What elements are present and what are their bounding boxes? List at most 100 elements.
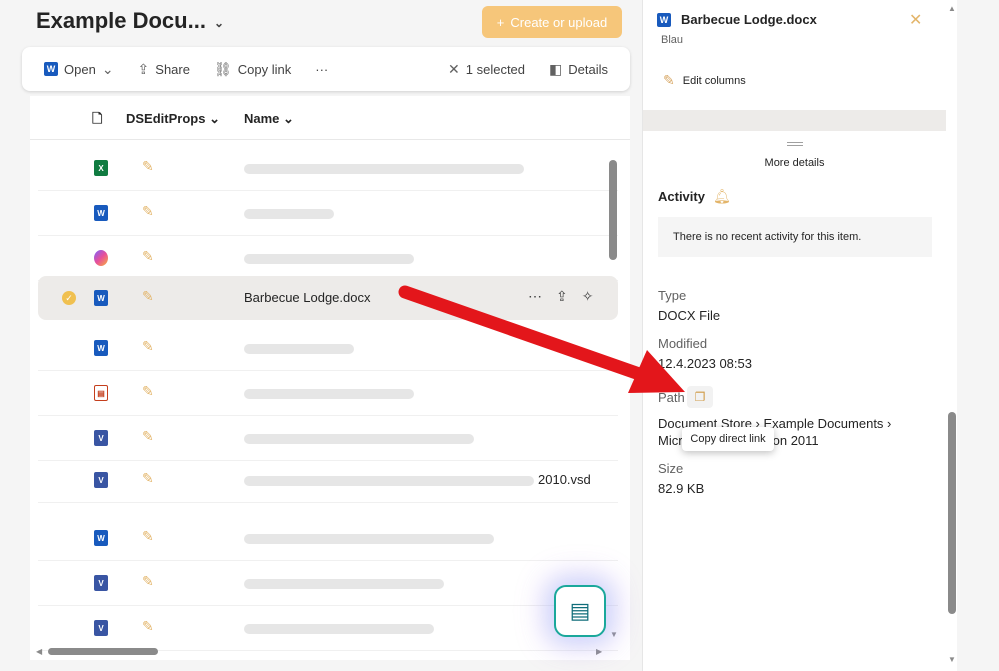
list-item[interactable]: ▤ ✎ (38, 371, 618, 416)
command-bar: W Open ⌄ ⇪ Share ⛓ Copy link ··· ✕ 1 sel… (22, 47, 630, 91)
scroll-down-icon[interactable]: ▼ (948, 655, 956, 664)
create-label: Create or upload (510, 14, 608, 30)
pencil-icon[interactable]: ✎ (142, 288, 154, 305)
list-item[interactable]: X ✎ (38, 146, 618, 191)
pencil-icon[interactable]: ✎ (142, 158, 154, 175)
library-title[interactable]: Example Docu... ⌄ (36, 8, 224, 34)
visio-file-icon: V (94, 575, 108, 591)
pencil-icon[interactable]: ✎ (142, 203, 154, 220)
scroll-up-icon[interactable]: ▲ (948, 4, 956, 13)
row-actions: ⋯ ⇪ ✧ (528, 288, 593, 305)
pencil-icon[interactable]: ✎ (142, 428, 154, 445)
create-or-upload-button[interactable]: + Create or upload (482, 6, 622, 38)
chevron-down-icon[interactable]: ⌄ (214, 16, 224, 30)
pencil-icon[interactable]: ✎ (142, 383, 154, 400)
size-label: Size (658, 461, 684, 476)
share-button[interactable]: ⇪ Share (126, 54, 202, 84)
word-file-icon: W (94, 530, 108, 546)
type-label: Type (658, 288, 687, 303)
redacted-filename (244, 209, 334, 219)
list-header: 🗋 DSEditProps ⌄ Name ⌄ (30, 96, 630, 140)
details-panel: W Barbecue Lodge.docx ✕ Blau ✎ Edit colu… (642, 0, 957, 671)
check-icon[interactable]: ✓ (62, 291, 76, 305)
redacted-filename (244, 389, 414, 399)
list-item[interactable]: V ✎ (38, 416, 618, 461)
type-value: DOCX File (658, 308, 721, 323)
selected-count: 1 selected (465, 61, 526, 77)
bell-icon[interactable]: 🔔︎ (713, 188, 731, 205)
redacted-filename (244, 344, 354, 354)
redacted-filename (244, 476, 534, 486)
excel-file-icon: X (94, 160, 108, 176)
list-item[interactable]: W ✎ (38, 326, 618, 371)
redacted-filename (244, 579, 444, 589)
redacted-filename (244, 624, 434, 634)
list-item[interactable]: W ✎ (38, 516, 618, 561)
file-name[interactable]: Barbecue Lodge.docx (244, 290, 370, 305)
details-pane-icon: ◧ (549, 60, 563, 77)
clear-selection-button[interactable]: ✕ 1 selected (436, 54, 537, 84)
list-item[interactable]: V ✎ (38, 606, 618, 651)
chevron-down-icon: ⌄ (283, 111, 294, 126)
close-icon[interactable]: ✕ (909, 10, 922, 30)
pencil-icon: ✎ (663, 72, 675, 88)
list-item[interactable]: V ✎ 2010.vsd (38, 458, 618, 503)
open-label: Open (64, 61, 96, 77)
drag-handle-icon[interactable] (787, 142, 803, 146)
details-button[interactable]: ◧ Details (537, 54, 620, 84)
activity-empty-message: There is no recent activity for this ite… (658, 217, 932, 257)
edit-columns-button[interactable]: ✎ Edit columns (663, 72, 746, 89)
library-title-text: Example Docu... (36, 8, 206, 33)
visio-file-icon: V (94, 620, 108, 636)
plus-icon: + (496, 14, 505, 30)
pencil-icon[interactable]: ✎ (142, 470, 154, 487)
modified-label: Modified (658, 336, 708, 351)
scroll-left-icon[interactable]: ◀ (36, 647, 42, 656)
panel-vertical-scrollbar[interactable] (948, 412, 956, 614)
copilot-button[interactable]: ▤ (554, 585, 606, 637)
list-item[interactable]: ✎ (38, 236, 618, 281)
modified-value: 12.4.2023 08:53 (658, 356, 752, 371)
more-label: ··· (315, 61, 329, 77)
pencil-icon[interactable]: ✎ (142, 338, 154, 355)
list-horizontal-scrollbar[interactable] (48, 648, 158, 655)
file-type-icon[interactable]: 🗋 (92, 110, 102, 132)
close-icon: ✕ (448, 60, 460, 77)
size-value: 82.9 KB (658, 481, 705, 496)
redacted-filename (244, 534, 494, 544)
scroll-down-icon[interactable]: ▼ (610, 630, 618, 639)
copy-icon[interactable]: ❐ (687, 386, 713, 408)
panel-divider-band (643, 110, 946, 131)
word-icon: W (657, 12, 671, 27)
pencil-icon[interactable]: ✎ (142, 528, 154, 545)
copilot-sparkle-icon[interactable]: ✧ (582, 288, 594, 305)
more-details-link[interactable]: More details (643, 157, 946, 169)
copilot-document-icon: ▤ (569, 598, 591, 623)
pencil-icon[interactable]: ✎ (142, 618, 154, 635)
share-label: Share (155, 61, 190, 77)
scroll-right-icon[interactable]: ▶ (596, 647, 602, 656)
redacted-filename (244, 254, 414, 264)
panel-filename: Barbecue Lodge.docx (681, 12, 817, 27)
redacted-filename (244, 164, 524, 174)
activity-heading: Activity 🔔︎ (658, 188, 731, 205)
more-actions-button[interactable]: ··· (303, 54, 340, 84)
file-name[interactable]: 2010.vsd (538, 472, 591, 487)
pencil-icon[interactable]: ✎ (142, 248, 154, 265)
loop-file-icon (94, 250, 108, 266)
details-label: Details (568, 61, 608, 77)
word-file-icon: W (94, 205, 108, 221)
list-item[interactable]: ✓ W ✎ Barbecue Lodge.docx ⋯ ⇪ ✧ (38, 276, 618, 320)
column-header-dseditprops[interactable]: DSEditProps ⌄ (126, 111, 220, 127)
more-actions-icon[interactable]: ⋯ (528, 288, 542, 305)
pencil-icon[interactable]: ✎ (142, 573, 154, 590)
column-header-name[interactable]: Name ⌄ (244, 111, 294, 127)
copy-link-button[interactable]: ⛓ Copy link (202, 54, 303, 84)
list-item[interactable]: W ✎ (38, 191, 618, 236)
share-icon[interactable]: ⇪ (556, 288, 568, 305)
list-item[interactable]: V ✎ (38, 561, 618, 606)
activity-title: Activity (658, 189, 705, 204)
chevron-down-icon: ⌄ (101, 60, 114, 77)
open-button[interactable]: W Open ⌄ (32, 54, 126, 84)
list-vertical-scrollbar[interactable] (609, 160, 617, 260)
